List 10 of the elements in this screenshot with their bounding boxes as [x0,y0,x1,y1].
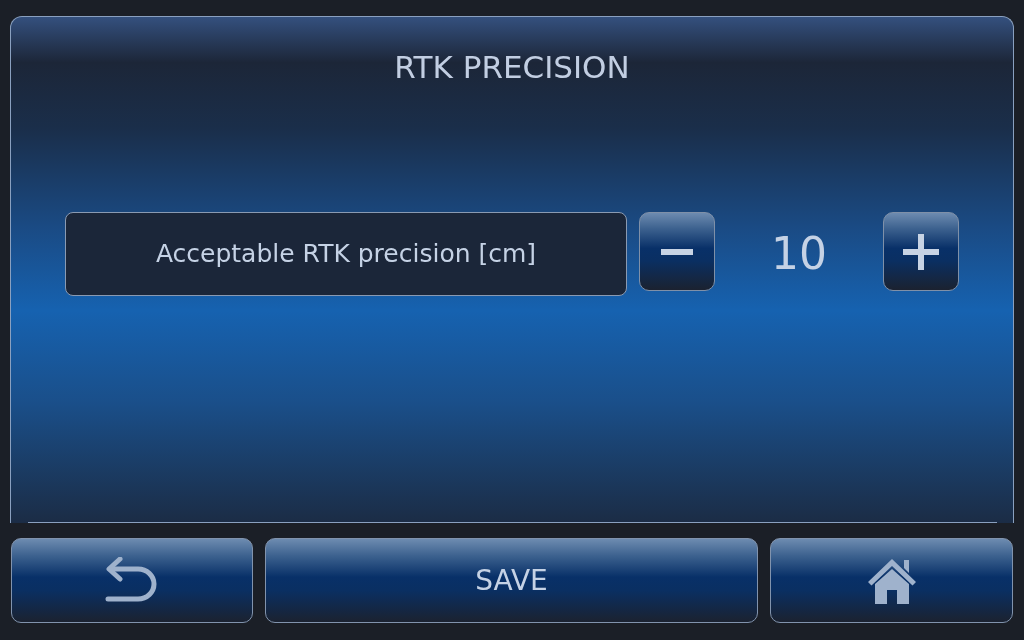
setting-label: Acceptable RTK precision [cm] [65,212,627,296]
setting-value: 10 [771,228,827,280]
screen-title: RTK PRECISION [394,48,630,87]
back-button[interactable] [11,538,253,623]
decrement-button[interactable] [639,212,715,291]
plus-icon [903,233,939,270]
increment-button[interactable] [883,212,959,291]
save-button[interactable]: SAVE [265,538,758,623]
minus-icon [661,248,693,255]
home-button[interactable] [770,538,1013,623]
